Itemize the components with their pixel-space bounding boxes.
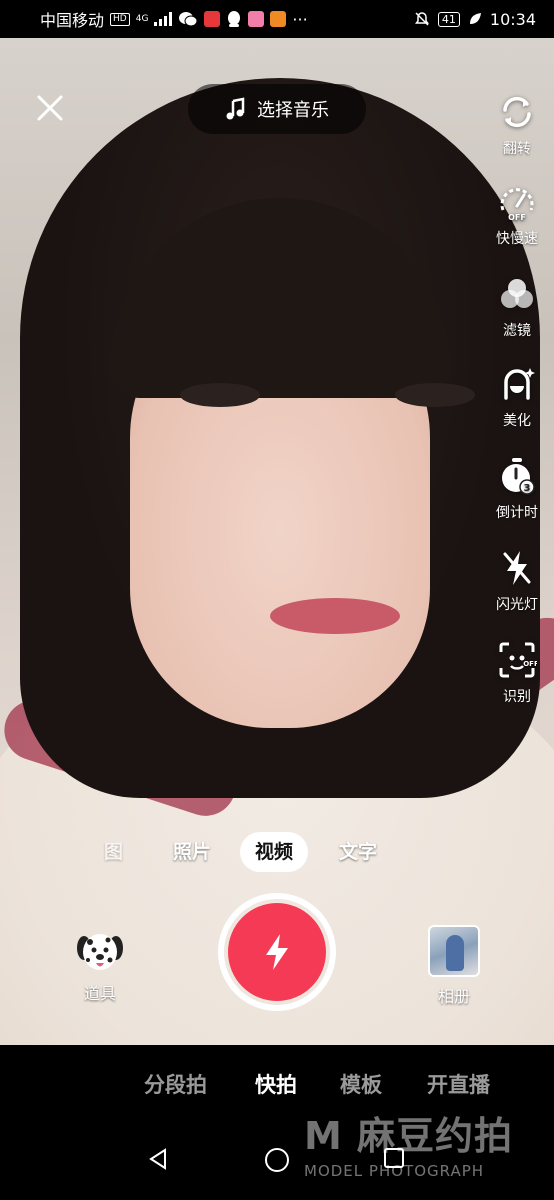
filter-icon <box>501 279 533 308</box>
more-notifications-icon: ··· <box>292 9 308 29</box>
tab-go-live[interactable]: 开直播 <box>427 1069 490 1099</box>
preview-eye-left <box>180 383 260 407</box>
flip-camera-button[interactable]: 翻转 <box>490 92 544 158</box>
watermark-main: M 麻豆约拍 <box>304 1114 514 1158</box>
select-music-label: 选择音乐 <box>257 100 329 121</box>
album-thumbnail <box>428 925 480 977</box>
toolbar-label-countdown: 倒计时 <box>496 505 538 521</box>
preview-eye-right <box>395 383 475 407</box>
tab-photo[interactable]: 照片 <box>173 832 211 872</box>
flip-camera-icon <box>503 96 531 128</box>
speed-gauge-icon: OFF <box>500 188 534 222</box>
props-label: 道具 <box>83 984 116 1003</box>
mute-bell-icon <box>414 12 429 26</box>
tab-text[interactable]: 文字 <box>339 832 377 872</box>
toolbar-label-filter: 滤镜 <box>503 323 531 339</box>
select-music-button[interactable]: 选择音乐 <box>188 84 366 134</box>
capture-mode-tabs: 图 照片 视频 文字 <box>0 832 554 872</box>
toolbar-label-beauty: 美化 <box>503 413 531 429</box>
close-icon[interactable] <box>34 92 66 124</box>
props-button[interactable]: 道具 <box>70 930 130 1004</box>
tab-template[interactable]: 模板 <box>340 1069 382 1099</box>
scan-icon: OFF <box>499 642 537 678</box>
home-nav-icon[interactable] <box>264 1147 290 1173</box>
bottom-bar: 分段拍 快拍 模板 开直播 M 麻豆约拍 MODEL PHOTOGRAPH <box>0 1045 554 1200</box>
tab-segment-shoot[interactable]: 分段拍 <box>144 1069 207 1099</box>
beauty-icon <box>504 368 535 400</box>
leaf-icon <box>469 13 481 24</box>
flash-button[interactable]: 闪光灯 <box>490 548 544 614</box>
qq-icon <box>228 11 241 27</box>
app-icon-pink <box>248 11 265 27</box>
network-label: 4G <box>135 14 149 24</box>
toolbar-label-flip: 翻转 <box>503 141 531 157</box>
clock: 10:34 <box>489 9 536 29</box>
record-button[interactable] <box>218 893 336 1011</box>
watermark-sub: MODEL PHOTOGRAPH <box>304 1162 485 1180</box>
toolbar-label-speed: 快慢速 <box>496 231 538 247</box>
countdown-button[interactable]: 3 倒计时 <box>490 456 544 522</box>
beauty-button[interactable]: 美化 <box>490 364 544 430</box>
wechat-icon <box>179 12 198 27</box>
back-nav-icon[interactable] <box>146 1147 170 1171</box>
filter-button[interactable]: 滤镜 <box>490 274 544 340</box>
album-label: 相册 <box>437 987 470 1006</box>
flash-off-icon <box>503 551 531 585</box>
tab-video[interactable]: 视频 <box>240 832 309 872</box>
svg-text:OFF: OFF <box>508 213 526 222</box>
tab-quick-shoot[interactable]: 快拍 <box>255 1069 297 1099</box>
album-thumbnail-figure <box>446 935 464 971</box>
toolbar-label-scan: 识别 <box>503 689 531 705</box>
lightning-icon <box>266 934 288 970</box>
toolbar-label-flash: 闪光灯 <box>496 597 538 613</box>
hd-badge: HD <box>110 12 130 26</box>
timer-icon: 3 <box>502 458 535 495</box>
watermark: M 麻豆约拍 MODEL PHOTOGRAPH <box>304 1105 544 1195</box>
app-icon-orange <box>270 11 287 27</box>
record-button-inner <box>228 903 326 1001</box>
dalmatian-props-icon <box>77 934 123 970</box>
scan-button[interactable]: OFF 识别 <box>490 640 544 706</box>
battery-indicator: 41 <box>437 11 460 27</box>
svg-text:3: 3 <box>524 483 531 494</box>
status-bar: 中国移动 HD 4G ··· 41 10:34 <box>0 0 554 38</box>
music-note-icon <box>226 97 245 120</box>
speed-button[interactable]: OFF 快慢速 <box>490 182 544 248</box>
album-button[interactable]: 相册 <box>426 925 482 1007</box>
app-icon-red <box>204 11 221 27</box>
signal-icon <box>154 12 173 26</box>
carrier-name: 中国移动 <box>40 11 105 30</box>
preview-lips <box>270 598 400 634</box>
tab-image[interactable]: 图 <box>104 832 123 872</box>
svg-text:OFF: OFF <box>523 660 537 668</box>
